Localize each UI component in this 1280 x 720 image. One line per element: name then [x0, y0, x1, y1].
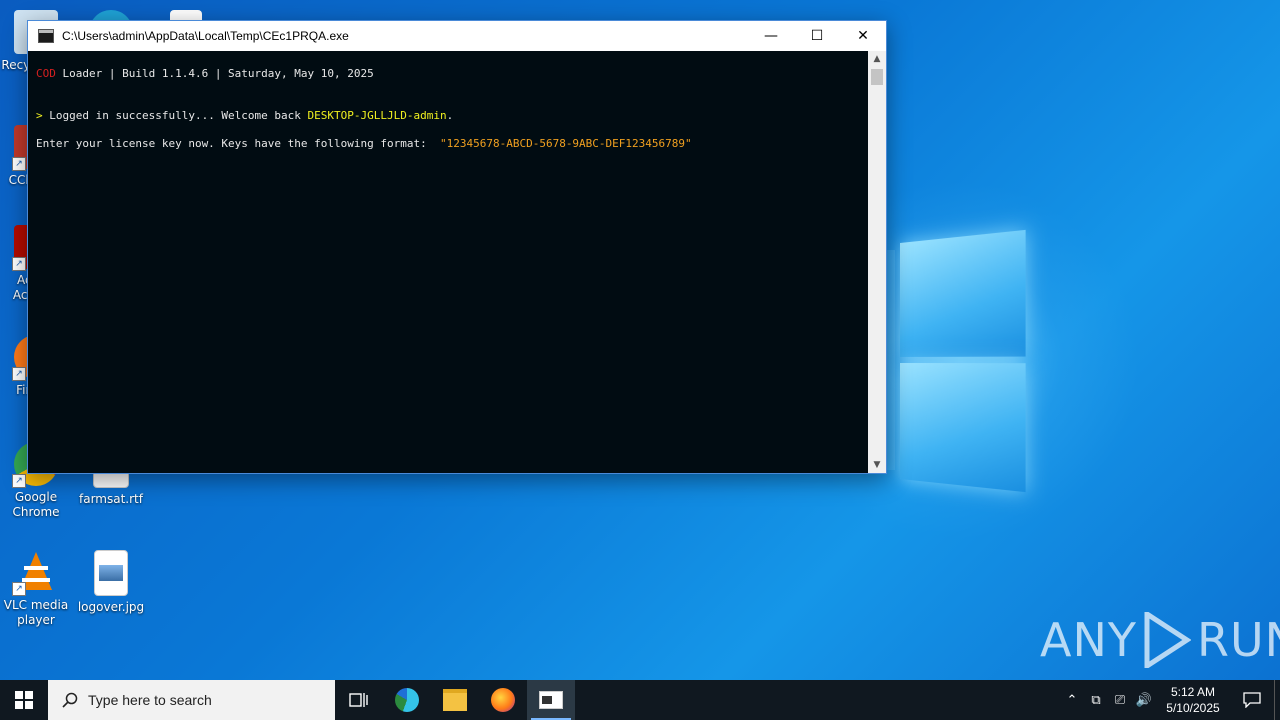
scroll-thumb[interactable] [871, 69, 883, 85]
console-line-license-prompt: Enter your license key now. Keys have th… [36, 137, 692, 150]
clock-date: 5/10/2025 [1166, 701, 1220, 715]
folder-icon [443, 689, 467, 711]
window-title: C:\Users\admin\AppData\Local\Temp\CEc1PR… [62, 29, 349, 43]
console-line-login: > Logged in successfully... Welcome back… [36, 109, 454, 122]
volume-icon[interactable]: 🔊 [1132, 680, 1156, 720]
desktop-icon-label: VLC media player [3, 598, 69, 627]
desktop-icon-logover[interactable]: logover.jpg [75, 550, 147, 615]
image-file-icon [94, 550, 128, 596]
desktop-icon-vlc[interactable]: ↗ VLC media player [0, 550, 72, 628]
windows-wallpaper-logo [900, 229, 1026, 493]
vlc-cone-icon: ↗ [12, 550, 58, 596]
system-tray: ⌃ ⧉ ⎚ 🔊 5:12 AM 5/10/2025 [1060, 680, 1280, 720]
console-window[interactable]: C:\Users\admin\AppData\Local\Temp\CEc1PR… [27, 20, 887, 474]
license-format: "12345678-ABCD-5678-9ABC-DEF123456789" [439, 137, 692, 150]
desktop-icon-label: Google Chrome [12, 490, 60, 519]
notification-center-button[interactable] [1230, 680, 1274, 720]
taskbar-search-box[interactable]: Type here to search [48, 680, 335, 720]
search-icon [62, 692, 78, 708]
console-app-icon [539, 691, 563, 709]
clock-time: 5:12 AM [1170, 685, 1216, 699]
console-line-header: COD Loader | Build 1.1.4.6 | Saturday, M… [36, 67, 374, 80]
chevron-up-icon[interactable]: ⌃ [1060, 680, 1084, 720]
windows-start-icon [15, 691, 33, 709]
firefox-icon [491, 688, 515, 712]
show-desktop-button[interactable] [1274, 680, 1280, 720]
network-icon[interactable]: ⎚ [1108, 680, 1132, 720]
vertical-scrollbar[interactable]: ▲ ▼ [868, 51, 886, 473]
task-view-button[interactable] [335, 680, 383, 720]
taskbar-clock[interactable]: 5:12 AM 5/10/2025 [1156, 684, 1230, 716]
window-titlebar[interactable]: C:\Users\admin\AppData\Local\Temp\CEc1PR… [28, 21, 886, 51]
anyrun-watermark: ANY RUN [1040, 612, 1280, 668]
taskbar: Type here to search ⌃ ⧉ ⎚ 🔊 5:12 AM 5/10… [0, 680, 1280, 720]
console-app-icon [38, 29, 54, 43]
taskbar-file-explorer[interactable] [431, 680, 479, 720]
desktop-icon-label: farmsat.rtf [79, 492, 143, 506]
user-name: DESKTOP-JGLLJLD-admin [307, 109, 447, 122]
maximize-button[interactable]: ☐ [794, 21, 840, 51]
close-button[interactable]: ✕ [840, 21, 886, 51]
console-output[interactable]: COD Loader | Build 1.1.4.6 | Saturday, M… [28, 51, 868, 473]
taskbar-firefox[interactable] [479, 680, 527, 720]
minimize-button[interactable]: — [748, 21, 794, 51]
notification-icon [1243, 692, 1261, 708]
start-button[interactable] [0, 680, 48, 720]
taskbar-console-app[interactable] [527, 680, 575, 720]
task-view-icon [349, 693, 368, 707]
play-logo-icon [1144, 612, 1191, 668]
search-placeholder: Type here to search [88, 692, 212, 708]
brand-text: COD [36, 67, 56, 80]
scroll-up-arrow-icon[interactable]: ▲ [868, 51, 886, 67]
camera-icon[interactable]: ⧉ [1084, 680, 1108, 720]
scroll-down-arrow-icon[interactable]: ▼ [868, 457, 886, 473]
desktop-icon-label: logover.jpg [77, 600, 145, 614]
taskbar-edge[interactable] [383, 680, 431, 720]
edge-icon [395, 688, 419, 712]
prompt-marker: > [36, 109, 50, 122]
